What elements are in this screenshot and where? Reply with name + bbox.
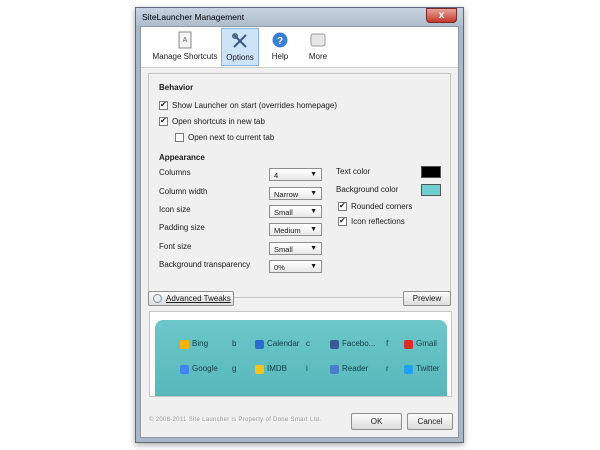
- dropdown-arrow-icon: ▼: [310, 190, 317, 197]
- svg-text:?: ?: [277, 36, 283, 47]
- padding-size-label: Padding size: [159, 223, 205, 232]
- advanced-tweaks-label: Advanced Tweaks: [166, 294, 231, 303]
- columns-label: Columns: [159, 168, 191, 177]
- text-color-label: Text color: [336, 167, 371, 176]
- select-value: Small: [274, 208, 293, 217]
- select-value: Medium: [274, 226, 301, 235]
- select-value: Small: [274, 245, 293, 254]
- dropdown-arrow-icon: ▼: [310, 263, 317, 270]
- tools-icon: [232, 33, 247, 48]
- tile-name[interactable]: Google: [192, 364, 218, 373]
- background-color-label: Background color: [336, 185, 399, 194]
- cancel-button[interactable]: Cancel: [407, 413, 453, 430]
- tab-label: More: [308, 52, 328, 61]
- rounded-corners-label: Rounded corners: [351, 202, 413, 211]
- open-next-to-tab-checkbox[interactable]: [175, 133, 184, 142]
- title-bar[interactable]: SiteLauncher Management x: [136, 8, 463, 26]
- tile-key: g: [232, 364, 237, 373]
- tile-name[interactable]: Twitter: [416, 364, 440, 373]
- preview-tiles: Bing b Calendar c Facebo... f Gmail Goog…: [155, 320, 447, 396]
- tile-name[interactable]: Facebo...: [342, 339, 375, 348]
- open-next-to-tab-label: Open next to current tab: [188, 133, 275, 142]
- advanced-tweaks-button[interactable]: Advanced Tweaks: [148, 291, 234, 306]
- toolbar: A Manage Shortcuts Options ? Help More: [141, 27, 458, 68]
- padding-size-select[interactable]: Medium ▼: [269, 223, 322, 236]
- reader-icon: [330, 365, 339, 374]
- ok-button[interactable]: OK: [351, 413, 402, 430]
- copyright-text: © 2008-2011 Site Launcher is Property of…: [149, 417, 322, 423]
- calendar-icon: [255, 340, 264, 349]
- gmail-icon: [404, 340, 413, 349]
- help-icon: ?: [272, 32, 288, 48]
- show-launcher-label: Show Launcher on start (overrides homepa…: [172, 101, 337, 110]
- column-width-select[interactable]: Narrow ▼: [269, 187, 322, 200]
- select-value: 0%: [274, 263, 285, 272]
- tab-label: Options: [226, 53, 254, 62]
- tile-key: i: [306, 364, 308, 373]
- tile-key: r: [386, 364, 389, 373]
- dropdown-arrow-icon: ▼: [310, 171, 317, 178]
- tile-name[interactable]: Gmail: [416, 339, 437, 348]
- google-icon: [180, 365, 189, 374]
- sitelauncher-dialog: SiteLauncher Management x A Manage Short…: [135, 7, 464, 443]
- options-panel: Behavior Show Launcher on start (overrid…: [148, 73, 451, 298]
- tab-help[interactable]: ? Help: [263, 28, 297, 66]
- shortcut-doc-icon: A: [178, 31, 192, 49]
- column-width-label: Column width: [159, 187, 208, 196]
- background-transparency-label: Background transparency: [159, 260, 251, 269]
- launcher-preview: Bing b Calendar c Facebo... f Gmail Goog…: [149, 311, 452, 397]
- icon-reflections-label: Icon reflections: [351, 217, 405, 226]
- font-size-label: Font size: [159, 242, 192, 251]
- tab-options[interactable]: Options: [221, 28, 259, 66]
- tile-name[interactable]: Bing: [192, 339, 208, 348]
- imdb-icon: [255, 365, 264, 374]
- background-transparency-select[interactable]: 0% ▼: [269, 260, 322, 273]
- tile-name[interactable]: IMDB: [267, 364, 287, 373]
- tab-manage-shortcuts[interactable]: A Manage Shortcuts: [151, 28, 219, 66]
- tab-more[interactable]: More: [301, 28, 335, 66]
- icon-size-label: Icon size: [159, 205, 191, 214]
- dropdown-arrow-icon: ▼: [310, 226, 317, 233]
- tile-name[interactable]: Reader: [342, 364, 368, 373]
- tile-key: f: [386, 339, 389, 348]
- tile-key: b: [232, 339, 237, 348]
- behavior-heading: Behavior: [159, 83, 194, 92]
- tile-key: c: [306, 339, 310, 348]
- icon-size-select[interactable]: Small ▼: [269, 205, 322, 218]
- open-new-tab-checkbox[interactable]: [159, 116, 168, 126]
- window-title: SiteLauncher Management: [142, 12, 245, 22]
- tile-name[interactable]: Calendar: [267, 339, 299, 348]
- facebook-icon: [330, 340, 339, 349]
- select-value: Narrow: [274, 190, 299, 199]
- dropdown-arrow-icon: ▼: [310, 245, 317, 252]
- appearance-heading: Appearance: [159, 153, 205, 162]
- svg-text:A: A: [183, 37, 188, 44]
- icon-reflections-checkbox[interactable]: [338, 216, 347, 226]
- font-size-select[interactable]: Small ▼: [269, 242, 322, 255]
- close-button[interactable]: x: [426, 8, 457, 23]
- background-color-swatch[interactable]: [421, 184, 441, 196]
- columns-select[interactable]: 4 ▼: [269, 168, 322, 181]
- text-color-swatch[interactable]: [421, 166, 441, 178]
- select-value: 4: [274, 171, 279, 180]
- dropdown-arrow-icon: ▼: [310, 208, 317, 215]
- show-launcher-checkbox[interactable]: [159, 100, 168, 110]
- open-new-tab-label: Open shortcuts in new tab: [172, 117, 265, 126]
- rounded-corners-checkbox[interactable]: [338, 201, 347, 211]
- tab-label: Manage Shortcuts: [152, 52, 218, 61]
- more-icon: [310, 33, 326, 47]
- dialog-client-area: A Manage Shortcuts Options ? Help More B…: [140, 26, 459, 438]
- gear-icon: [153, 294, 162, 303]
- tab-label: Help: [271, 52, 289, 61]
- twitter-icon: [404, 365, 413, 374]
- bing-icon: [180, 340, 189, 349]
- preview-button[interactable]: Preview: [403, 291, 451, 306]
